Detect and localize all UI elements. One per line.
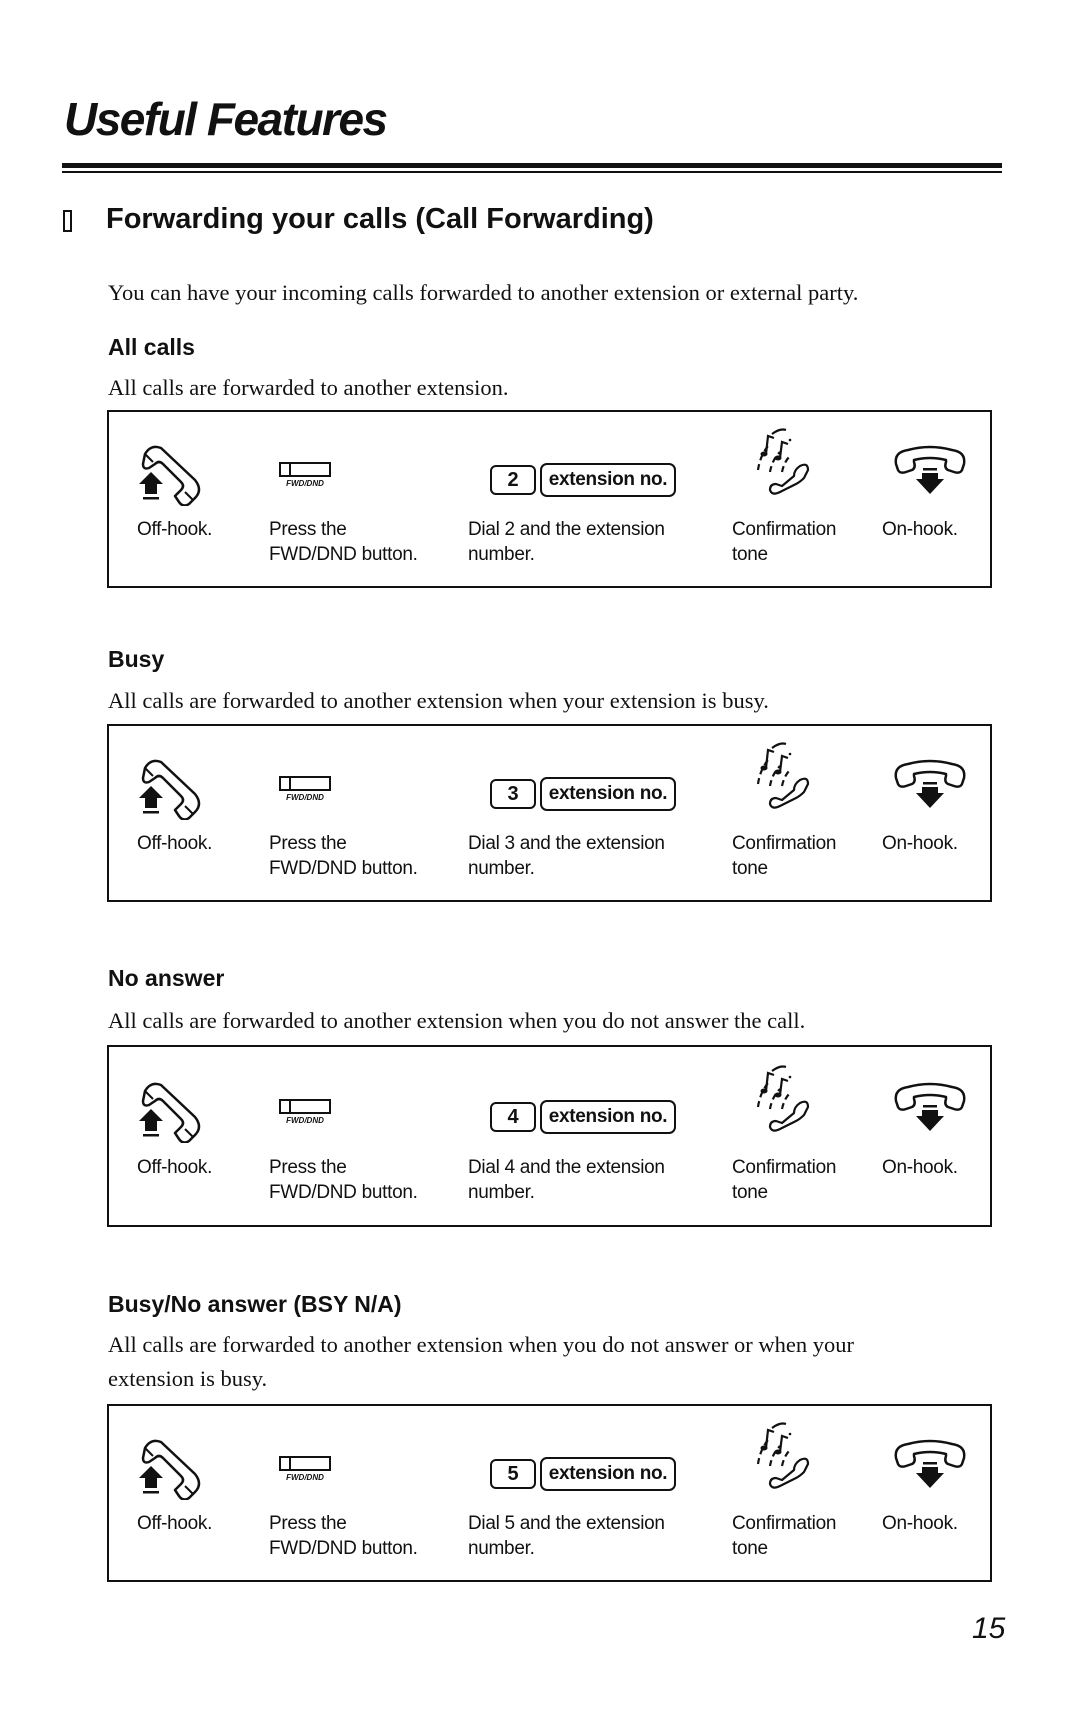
step-label: On-hook. bbox=[882, 1513, 958, 1534]
title-rule-thick bbox=[62, 163, 1002, 168]
on-hook-icon bbox=[894, 445, 966, 496]
step-label: Confirmation tone bbox=[732, 833, 837, 879]
off-hook-icon bbox=[137, 759, 201, 820]
mode-heading-busy: Busy bbox=[108, 646, 165, 672]
steps-box-busy-no-answer: Off-hook. FWD/DND Press the FWD/DND butto… bbox=[107, 1404, 992, 1582]
step-label: On-hook. bbox=[882, 833, 958, 854]
on-hook-icon bbox=[894, 1439, 966, 1490]
step-label: On-hook. bbox=[882, 1157, 958, 1178]
step-label: Confirmation tone bbox=[732, 519, 837, 565]
fwd-dnd-button-icon: FWD/DND bbox=[279, 1456, 331, 1482]
step-label: Press the FWD/DND button. bbox=[269, 1157, 418, 1203]
digit-key: 2 bbox=[490, 465, 536, 495]
page-title: Useful Features bbox=[64, 93, 388, 145]
step-label: Dial 2 and the extension number. bbox=[468, 519, 665, 565]
mode-description-no-answer: All calls are forwarded to another exten… bbox=[108, 1008, 806, 1033]
step-label: Confirmation tone bbox=[732, 1513, 837, 1559]
digit-key: 4 bbox=[490, 1102, 536, 1132]
steps-box-all-calls: Off-hook. FWD/DND Press the FWD/DND butto… bbox=[107, 410, 992, 588]
mode-heading-no-answer: No answer bbox=[108, 965, 225, 991]
fwd-dnd-button-icon: FWD/DND bbox=[279, 1099, 331, 1125]
fwd-dnd-caption: FWD/DND bbox=[286, 479, 324, 488]
fwd-dnd-button-icon: FWD/DND bbox=[279, 462, 331, 488]
steps-box-no-answer: Off-hook. FWD/DND Press the FWD/DND butto… bbox=[107, 1045, 992, 1227]
mode-description-busy-no-answer: All calls are forwarded to another exten… bbox=[108, 1332, 855, 1391]
step-label: Off-hook. bbox=[137, 1513, 213, 1534]
step-label: On-hook. bbox=[882, 519, 958, 540]
off-hook-icon bbox=[137, 445, 201, 506]
fwd-dnd-caption: FWD/DND bbox=[286, 793, 324, 802]
intro-text: You can have your incoming calls forward… bbox=[108, 280, 859, 305]
step-label: Dial 5 and the extension number. bbox=[468, 1513, 665, 1559]
fwd-dnd-button-icon: FWD/DND bbox=[279, 776, 331, 802]
digit-key: 3 bbox=[490, 779, 536, 809]
on-hook-icon bbox=[894, 1082, 966, 1133]
digit-key: 5 bbox=[490, 1459, 536, 1489]
step-label: Off-hook. bbox=[137, 519, 213, 540]
confirmation-tone-icon bbox=[756, 1422, 810, 1489]
step-label: Off-hook. bbox=[137, 1157, 213, 1178]
steps-box-busy: Off-hook. FWD/DND Press the FWD/DND butto… bbox=[107, 724, 992, 902]
confirmation-tone-icon bbox=[756, 742, 810, 809]
extension-number-key: extension no. bbox=[540, 463, 676, 497]
extension-number-key: extension no. bbox=[540, 1457, 676, 1491]
step-label: Press the FWD/DND button. bbox=[269, 1513, 418, 1559]
fwd-dnd-caption: FWD/DND bbox=[286, 1473, 324, 1482]
extension-number-key: extension no. bbox=[540, 777, 676, 811]
step-label: Press the FWD/DND button. bbox=[269, 519, 418, 565]
confirmation-tone-icon bbox=[756, 428, 810, 495]
step-label: Dial 3 and the extension number. bbox=[468, 833, 665, 879]
mode-description-busy: All calls are forwarded to another exten… bbox=[108, 688, 769, 713]
title-rule-thin bbox=[62, 171, 1002, 173]
section-heading: Forwarding your calls (Call Forwarding) bbox=[106, 203, 654, 235]
page-number: 15 bbox=[972, 1612, 1006, 1645]
fwd-dnd-caption: FWD/DND bbox=[286, 1116, 324, 1125]
on-hook-icon bbox=[894, 759, 966, 810]
mode-description-all-calls: All calls are forwarded to another exten… bbox=[108, 375, 509, 400]
step-label: Dial 4 and the extension number. bbox=[468, 1157, 665, 1203]
confirmation-tone-icon bbox=[756, 1065, 810, 1132]
step-label: Confirmation tone bbox=[732, 1157, 837, 1203]
off-hook-icon bbox=[137, 1082, 201, 1143]
mode-heading-all-calls: All calls bbox=[108, 334, 195, 360]
step-label: Off-hook. bbox=[137, 833, 213, 854]
step-label: Press the FWD/DND button. bbox=[269, 833, 418, 879]
mode-heading-busy-no-answer: Busy/No answer (BSY N/A) bbox=[108, 1291, 402, 1317]
square-bullet-icon bbox=[63, 210, 72, 232]
off-hook-icon bbox=[137, 1439, 201, 1500]
extension-number-key: extension no. bbox=[540, 1100, 676, 1134]
